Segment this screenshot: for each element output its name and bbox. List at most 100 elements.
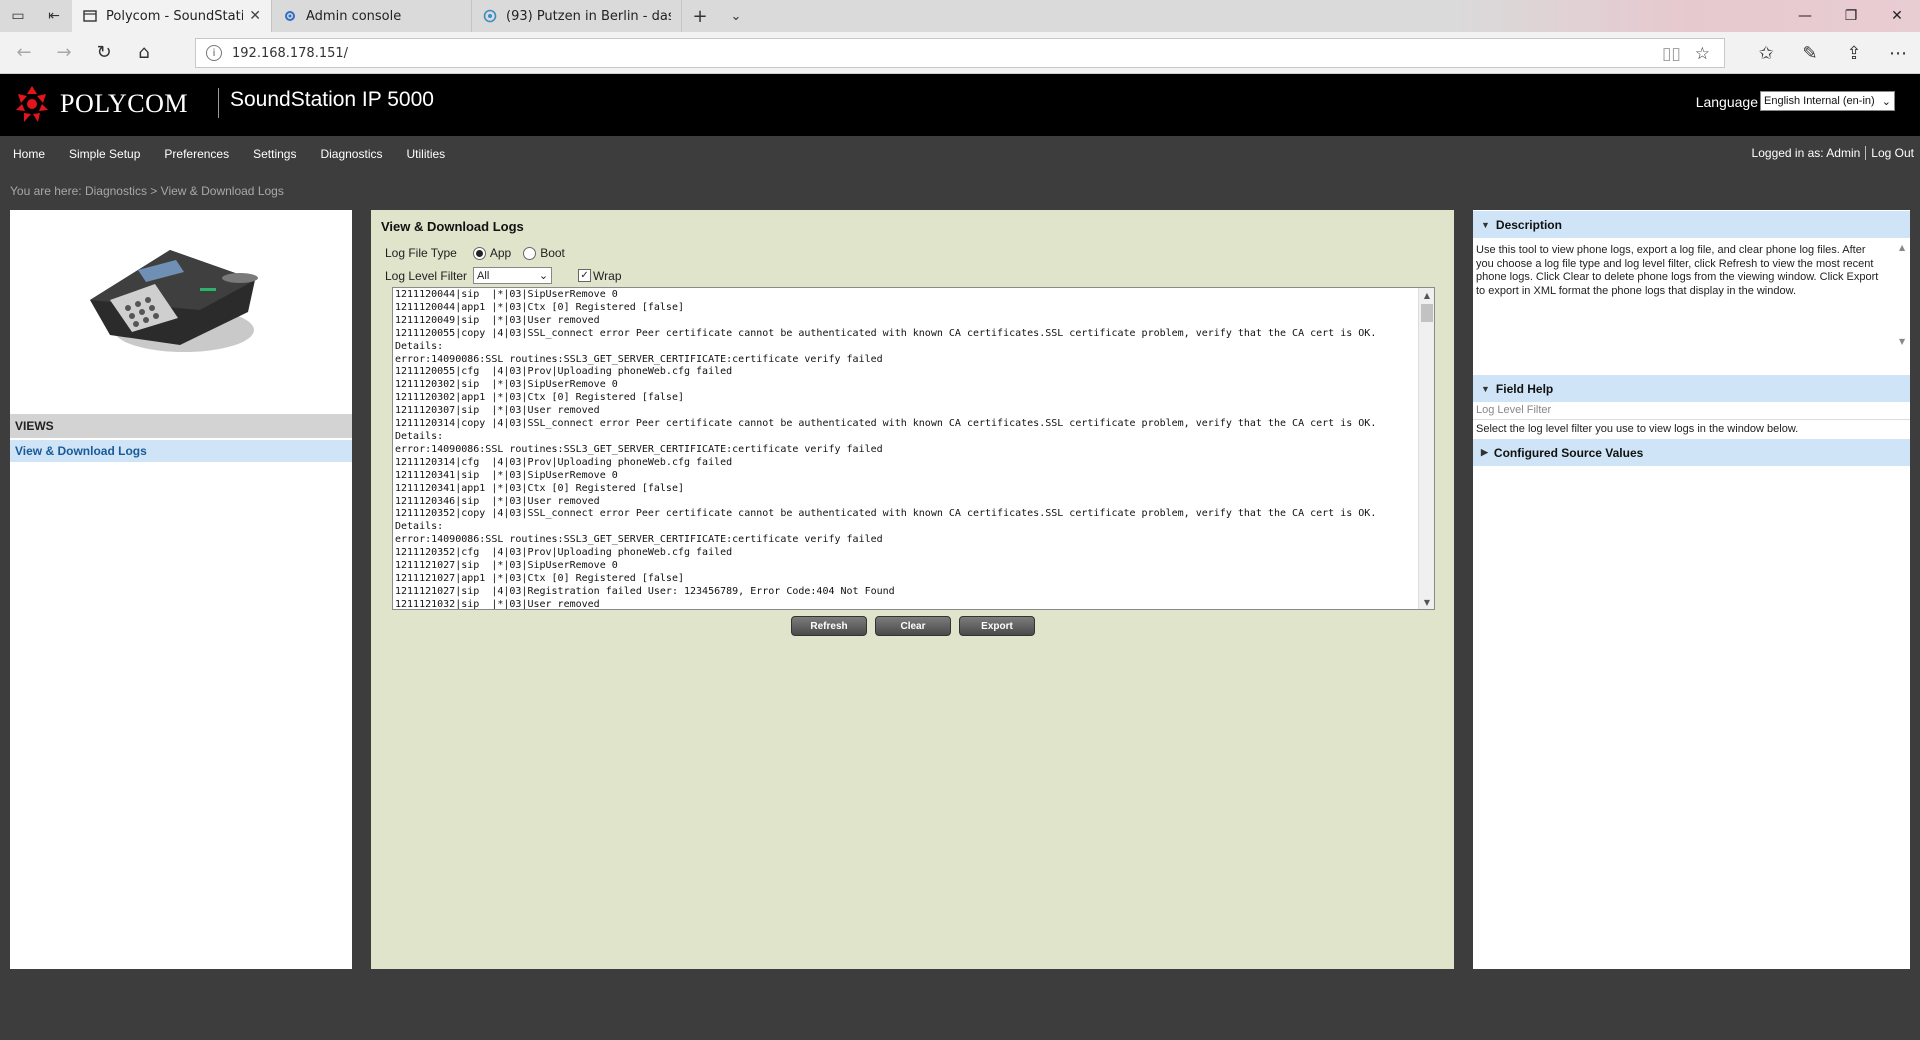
views-item-view-download-logs[interactable]: View & Download Logs xyxy=(10,440,352,462)
polycom-favicon-icon xyxy=(82,8,98,24)
configured-source-values-header[interactable]: ▶ Configured Source Values xyxy=(1473,439,1910,466)
url-field[interactable]: i 192.168.178.151/ ▯▯ ☆ xyxy=(195,38,1725,68)
browser-tab-admin-console[interactable]: Admin console xyxy=(272,0,472,32)
log-line: 1211120352|cfg |4|03|Prov|Uploading phon… xyxy=(395,547,733,559)
radio-boot-label: Boot xyxy=(540,246,565,260)
log-line: 1211120044|app1 |*|03|Ctx [0] Registered… xyxy=(395,301,684,313)
nav-home[interactable]: Home xyxy=(0,147,57,161)
log-viewer[interactable]: 1211120044|sip |*|03|SipUserRemove 0 1211… xyxy=(392,287,1435,610)
log-line: 1211120314|copy |4|03|SSL_connect error … xyxy=(395,418,1377,430)
share-icon[interactable]: ⇪ xyxy=(1832,43,1876,64)
log-line: error:14090086:SSL routines:SSL3_GET_SER… xyxy=(395,443,883,455)
refresh-icon[interactable]: ↻ xyxy=(84,42,124,63)
scroll-up-icon[interactable]: ▲ xyxy=(1899,243,1905,252)
login-divider xyxy=(1865,146,1867,160)
url-text: 192.168.178.151/ xyxy=(232,45,349,61)
log-file-type-row: Log File Type App Boot xyxy=(385,246,577,260)
browser-tab-polycom[interactable]: Polycom - SoundStatior ✕ xyxy=(72,0,272,32)
log-line: error:14090086:SSL routines:SSL3_GET_SER… xyxy=(395,534,883,546)
wrap-option[interactable]: ✓ Wrap xyxy=(578,269,622,283)
breadcrumb: You are here: Diagnostics > View & Downl… xyxy=(10,184,284,198)
forward-icon[interactable]: → xyxy=(44,42,84,63)
nav-simple-setup[interactable]: Simple Setup xyxy=(57,147,152,161)
log-line: 1211120049|sip |*|03|User removed xyxy=(395,314,600,326)
log-level-filter-select[interactable]: All ⌄ xyxy=(473,267,553,284)
radio-app[interactable] xyxy=(472,246,486,260)
tab-list-chevron-icon[interactable]: ⌄ xyxy=(718,0,754,32)
pen-icon[interactable]: ✎ xyxy=(1788,43,1832,64)
nav-utilities[interactable]: Utilities xyxy=(394,147,457,161)
back-icon[interactable]: ← xyxy=(4,42,44,63)
browser-tab-bar: ▭ ⇤ Polycom - SoundStatior ✕ Admin conso… xyxy=(0,0,1920,32)
log-level-filter-label: Log Level Filter xyxy=(385,268,468,283)
log-line: 1211121027|app1 |*|03|Ctx [0] Registered… xyxy=(395,572,684,584)
header-divider xyxy=(218,88,219,118)
export-button[interactable]: Export xyxy=(959,616,1035,636)
nav-preferences[interactable]: Preferences xyxy=(152,147,241,161)
log-line: error:14090086:SSL routines:SSL3_GET_SER… xyxy=(395,353,883,365)
clear-button[interactable]: Clear xyxy=(875,616,951,636)
close-window-icon[interactable]: ✕ xyxy=(1874,0,1920,32)
configured-heading: Configured Source Values xyxy=(1493,445,1644,460)
favorites-icon[interactable]: ✩ xyxy=(1744,43,1788,64)
browser-toolbar: ✩ ✎ ⇪ ⋯ xyxy=(1744,32,1920,74)
log-line: 1211120302|app1 |*|03|Ctx [0] Registered… xyxy=(395,392,684,404)
log-line: 1211120055|copy |4|03|SSL_connect error … xyxy=(395,327,1377,339)
scroll-down-icon[interactable]: ▼ xyxy=(1419,595,1434,609)
log-line: Details: xyxy=(395,430,444,442)
close-tab-icon[interactable]: ✕ xyxy=(249,8,261,24)
scroll-down-icon[interactable]: ▼ xyxy=(1899,337,1905,346)
triangle-right-icon: ▶ xyxy=(1481,447,1488,457)
log-line: 1211121032|sip |*|03|User removed xyxy=(395,598,600,610)
main-panel: View & Download Logs Log File Type App B… xyxy=(371,210,1454,969)
description-scrollbar[interactable]: ▲ ▼ xyxy=(1896,243,1910,346)
log-file-type-boot-option[interactable]: Boot xyxy=(523,246,565,260)
login-info: Logged in as: Admin Log Out xyxy=(1752,146,1920,160)
wrap-checkbox[interactable]: ✓ xyxy=(578,269,592,282)
field-help-heading: Field Help xyxy=(1495,381,1554,396)
log-actions: Refresh Clear Export xyxy=(791,616,1035,636)
scroll-thumb[interactable] xyxy=(1421,304,1433,322)
log-line: 1211120044|sip |*|03|SipUserRemove 0 xyxy=(395,289,618,300)
chevron-down-icon: ⌄ xyxy=(538,270,549,282)
nav-diagnostics[interactable]: Diagnostics xyxy=(308,147,394,161)
product-title: SoundStation IP 5000 xyxy=(230,88,434,111)
new-tab-icon[interactable]: + xyxy=(682,0,718,32)
log-text: 1211120044|sip |*|03|SipUserRemove 0 1211… xyxy=(395,289,1415,610)
nav-settings[interactable]: Settings xyxy=(241,147,308,161)
favorite-star-icon[interactable]: ☆ xyxy=(1695,44,1710,64)
tab-title: Polycom - SoundStatior xyxy=(106,8,244,24)
log-level-filter-row: Log Level Filter All ⌄ ✓ Wrap xyxy=(385,267,622,284)
logo-text: POLYCOM xyxy=(60,89,189,118)
radio-app-label: App xyxy=(489,246,512,260)
description-heading: Description xyxy=(1495,217,1562,232)
logout-link[interactable]: Log Out xyxy=(1871,146,1920,160)
reading-view-icon[interactable]: ▯▯ xyxy=(1662,44,1681,64)
set-tabs-aside-icon[interactable]: ⇤ xyxy=(36,0,72,32)
log-file-type-app-option[interactable]: App xyxy=(472,246,512,260)
restore-icon[interactable]: ❐ xyxy=(1828,0,1874,32)
log-scrollbar[interactable]: ▲ ▼ xyxy=(1418,288,1434,609)
home-icon[interactable]: ⌂ xyxy=(124,42,164,63)
log-line: 1211120346|sip |*|03|User removed xyxy=(395,495,600,507)
left-panel: VIEWS View & Download Logs xyxy=(10,210,352,969)
tab-preview-icon[interactable]: ▭ xyxy=(0,0,36,32)
browser-tab-putzen[interactable]: (93) Putzen in Berlin - das g xyxy=(472,0,682,32)
description-header[interactable]: ▼ Description xyxy=(1473,211,1910,238)
log-line: 1211120314|cfg |4|03|Prov|Uploading phon… xyxy=(395,456,733,468)
log-line: Details: xyxy=(395,340,444,352)
scroll-up-icon[interactable]: ▲ xyxy=(1419,288,1434,302)
polycom-logo[interactable]: POLYCOM xyxy=(12,84,188,124)
refresh-button[interactable]: Refresh xyxy=(791,616,867,636)
more-icon[interactable]: ⋯ xyxy=(1876,43,1920,64)
minimize-icon[interactable]: — xyxy=(1782,0,1828,32)
triangle-down-icon: ▼ xyxy=(1481,383,1490,394)
language-select[interactable]: English Internal (en-in) ⌄ xyxy=(1760,91,1895,111)
logged-in-text: Logged in as: Admin xyxy=(1751,146,1861,160)
language-value: English Internal (en-in) xyxy=(1764,95,1875,107)
log-line: 1211120055|cfg |4|03|Prov|Uploading phon… xyxy=(395,366,733,378)
field-help-text: Select the log level filter you use to v… xyxy=(1476,423,1799,435)
info-icon[interactable]: i xyxy=(206,45,222,61)
field-help-header[interactable]: ▼ Field Help xyxy=(1473,375,1910,402)
radio-boot[interactable] xyxy=(523,246,537,260)
